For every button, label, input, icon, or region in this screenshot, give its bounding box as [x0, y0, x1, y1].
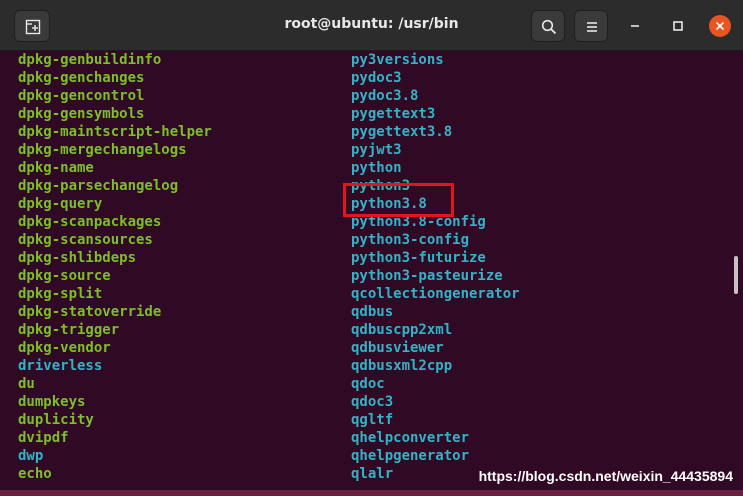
- file-entry: dpkg-mergechangelogs: [18, 142, 187, 158]
- title-bar: root@ubuntu: /usr/bin: [0, 0, 743, 51]
- file-entry: python3-pasteurize: [351, 268, 503, 284]
- file-entry: dumpkeys: [18, 394, 86, 410]
- file-entry: qdbusxml2cpp: [351, 358, 453, 374]
- file-entry: python3-futurize: [351, 250, 486, 266]
- search-icon: [541, 19, 557, 35]
- file-listing-right-column: py3versions pydoc3 pydoc3.8 pygettext3 pyget…: [351, 51, 520, 483]
- terminal-output[interactable]: dpkg-genbuildinfo dpkg-genchanges dpkg-gen…: [0, 51, 743, 496]
- file-entry: driverless: [18, 358, 103, 374]
- minimize-button[interactable]: [624, 15, 646, 37]
- file-entry: python3-config: [351, 232, 470, 248]
- file-entry: qdbuscpp2xml: [351, 322, 453, 338]
- file-entry: dpkg-gensymbols: [18, 106, 145, 122]
- menu-button[interactable]: [574, 10, 608, 42]
- close-icon: [715, 21, 725, 31]
- file-entry: qcollectiongenerator: [351, 286, 520, 302]
- file-entry: dpkg-query: [18, 196, 103, 212]
- file-entry: py3versions: [351, 52, 444, 68]
- file-entry: qdbus: [351, 304, 394, 320]
- file-entry: dpkg-maintscript-helper: [18, 124, 212, 140]
- file-entry: qgltf: [351, 412, 394, 428]
- file-entry: dpkg-split: [18, 286, 103, 302]
- file-entry: dwp: [18, 448, 44, 464]
- close-button[interactable]: [709, 15, 731, 37]
- file-entry: qdoc3: [351, 394, 394, 410]
- scrollbar-thumb[interactable]: [734, 256, 738, 294]
- hamburger-menu-icon: [587, 22, 597, 32]
- file-entry: dpkg-vendor: [18, 340, 111, 356]
- file-entry: qdbusviewer: [351, 340, 444, 356]
- file-entry: du: [18, 376, 35, 392]
- file-entry: qhelpgenerator: [351, 448, 470, 464]
- file-entry: pydoc3: [351, 70, 402, 86]
- search-button[interactable]: [531, 10, 565, 42]
- file-entry: dpkg-name: [18, 160, 94, 176]
- file-entry: duplicity: [18, 412, 94, 428]
- desktop-background-strip: [0, 490, 743, 496]
- maximize-icon: [673, 21, 683, 31]
- file-entry: echo: [18, 466, 52, 482]
- file-entry: pyjwt3: [351, 142, 402, 158]
- file-entry: pygettext3.8: [351, 124, 453, 140]
- file-entry: python: [351, 160, 402, 176]
- minimize-icon: [631, 25, 639, 27]
- watermark-text: https://blog.csdn.net/weixin_44435894: [478, 468, 733, 484]
- file-entry: pygettext3: [351, 106, 436, 122]
- file-listing-left-column: dpkg-genbuildinfo dpkg-genchanges dpkg-gen…: [18, 51, 212, 483]
- file-entry: dpkg-statoverride: [18, 304, 162, 320]
- file-entry: pydoc3.8: [351, 88, 419, 104]
- file-entry: qdoc: [351, 376, 385, 392]
- file-entry: dvipdf: [18, 430, 69, 446]
- file-entry: dpkg-parsechangelog: [18, 178, 179, 194]
- terminal-window: root@ubuntu: /usr/bin dpkg-genbuildinfo …: [0, 0, 743, 496]
- maximize-button[interactable]: [667, 15, 689, 37]
- file-entry: dpkg-scanpackages: [18, 214, 162, 230]
- file-entry: qhelpconverter: [351, 430, 470, 446]
- file-entry: dpkg-source: [18, 268, 111, 284]
- highlight-annotation-box: [343, 183, 454, 217]
- file-entry: dpkg-shlibdeps: [18, 250, 137, 266]
- file-entry: dpkg-trigger: [18, 322, 120, 338]
- file-entry: dpkg-genchanges: [18, 70, 145, 86]
- file-entry: dpkg-gencontrol: [18, 88, 145, 104]
- file-entry: dpkg-scansources: [18, 232, 153, 248]
- file-entry: dpkg-genbuildinfo: [18, 52, 162, 68]
